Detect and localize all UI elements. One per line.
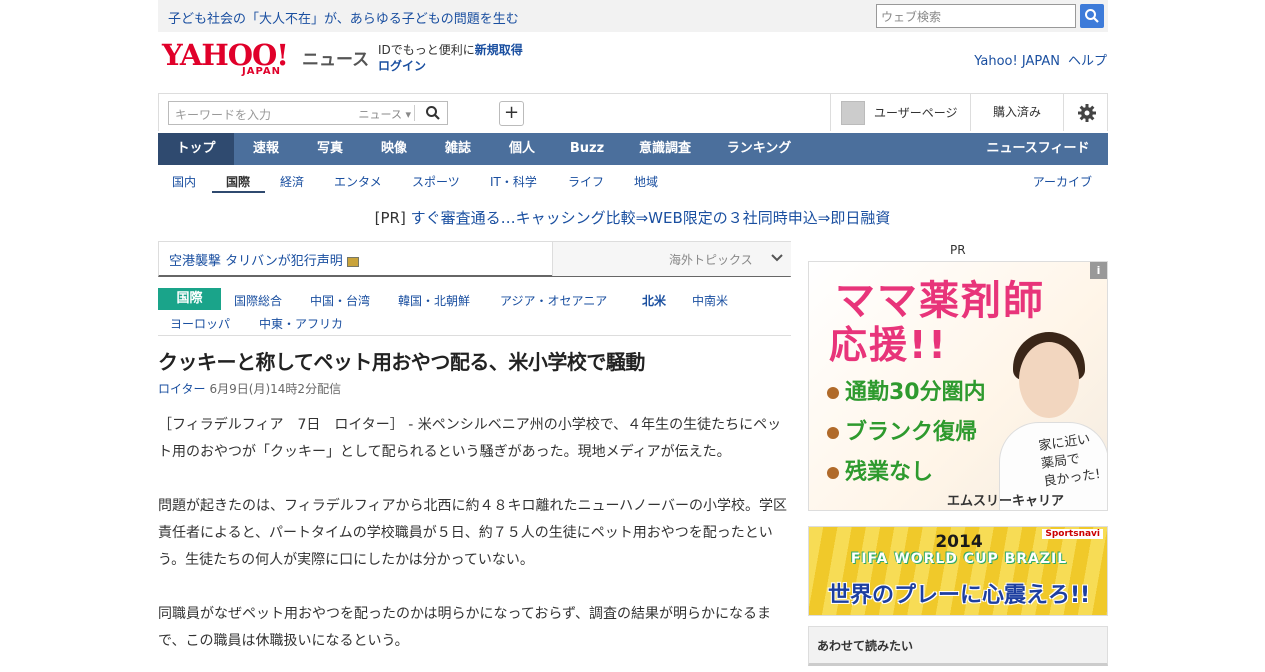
archive-link[interactable]: アーカイブ (1033, 173, 1092, 190)
nav-item-individual[interactable]: 個人 (490, 133, 554, 165)
ad-point: 残業なし (827, 454, 933, 486)
top-headline-link[interactable]: 子ども社会の「大人不在」が、あらゆる子どもの問題を生む (168, 8, 519, 27)
article-meta: ロイター 6月9日(月)14時2分配信 (158, 380, 341, 397)
article-date: 6月9日(月)14時2分配信 (209, 382, 342, 396)
nav-item-magazine[interactable]: 雑誌 (426, 133, 490, 165)
yahoo-logo[interactable]: YAHOO! JAPAN (162, 40, 302, 82)
help-link[interactable]: ヘルプ (1068, 54, 1107, 69)
bullet-icon (827, 427, 839, 439)
category-badge: 国際 (158, 288, 221, 310)
web-search-button[interactable] (1080, 4, 1104, 28)
category-item-latin-america[interactable]: 中南米 (692, 292, 728, 309)
category-item-middle-east-africa[interactable]: 中東・アフリカ (259, 315, 343, 332)
ad-brand: エムスリーキャリア (947, 494, 1065, 509)
article-paragraph: 問題が起きたのは、フィラデルフィアから北西に約４８キロ離れたニューハノーバーの小… (158, 498, 788, 568)
subnav-item-local[interactable]: 地域 (634, 173, 658, 190)
active-tab-indicator (212, 191, 265, 193)
ad-slogan: 世界のプレーに心震えろ!! (827, 583, 1091, 608)
article-paragraph: ［フィラデルフィア 7日 ロイター］ - 米ペンシルベニア州の小学校で、４年生の… (158, 417, 782, 460)
related-articles-header: あわせて読みたい (808, 626, 1108, 666)
nav-item-video[interactable]: 映像 (362, 133, 426, 165)
main-nav: トップ 速報 写真 映像 雑誌 個人 Buzz 意識調査 ランキング ニュースフ… (158, 133, 1108, 165)
search-icon (426, 106, 440, 120)
nav-item-photos[interactable]: 写真 (298, 133, 362, 165)
ad-year: 2014 (935, 532, 983, 552)
subnav-item-sports[interactable]: スポーツ (412, 173, 460, 190)
ad-subheadline: 応援!! (829, 323, 948, 367)
category-item-china-taiwan[interactable]: 中国・台湾 (310, 292, 370, 309)
news-toolbar: キーワードを入力 ニュース ▾ + ユーザーページ 購入済み (158, 93, 1108, 131)
ad-point: ブランク復帰 (827, 414, 977, 446)
subnav-item-entertainment[interactable]: エンタメ (334, 173, 382, 190)
topic-box: 空港襲撃 タリバンが犯行声明 海外トピックス (158, 241, 791, 277)
article-title: クッキーと称してペット用おやつ配る、米小学校で騒動 (158, 350, 645, 374)
sub-nav: 国内 国際 経済 エンタメ スポーツ IT・科学 ライフ 地域 アーカイブ (158, 166, 1108, 194)
id-promo-text: IDでもっと便利に (378, 43, 475, 57)
search-icon (1085, 9, 1099, 23)
category-item-korea[interactable]: 韓国・北朝鮮 (398, 292, 470, 309)
subnav-item-domestic[interactable]: 国内 (172, 173, 196, 190)
register-link[interactable]: 新規取得 (475, 43, 523, 57)
login-link[interactable]: ログイン (378, 58, 523, 74)
user-page-label: ユーザーページ (874, 106, 958, 120)
ad-point: 通勤30分圏内 (827, 374, 986, 406)
divider (414, 105, 415, 121)
sidebar-pr-label: PR (950, 243, 966, 257)
topic-headline-link[interactable]: 空港襲撃 タリバンが犯行声明 (169, 250, 359, 269)
web-search-input[interactable]: ウェブ検索 (876, 4, 1076, 28)
purchased-link[interactable]: 購入済み (970, 94, 1063, 131)
pharmacist-ad-banner[interactable]: ママ薬剤師 応援!! 通勤30分圏内 ブランク復帰 残業なし 家に近い 薬局で … (808, 261, 1108, 511)
pr-ad-link[interactable]: すぐ審査通る…キャッシング比較⇒WEB限定の３社同時申込⇒即日融資 (411, 209, 891, 227)
pr-text-ad: [PR] すぐ審査通る…キャッシング比較⇒WEB限定の３社同時申込⇒即日融資 (0, 207, 1265, 228)
nav-item-newsfeed[interactable]: ニュースフィード (978, 133, 1098, 165)
keyword-search-input[interactable]: キーワードを入力 ニュース ▾ (168, 101, 448, 125)
header-links: Yahoo! JAPAN ヘルプ (974, 50, 1107, 69)
article-paragraph: 同職員がなぜペット用おやつを配ったのかは明らかになっておらず、調査の結果が明らか… (158, 606, 772, 649)
avatar (841, 101, 865, 125)
overseas-topics-label: 海外トピックス (669, 253, 753, 267)
subnav-item-it-science[interactable]: IT・科学 (490, 173, 537, 190)
top-bar: 子ども社会の「大人不在」が、あらゆる子どもの問題を生む ウェブ検索 (158, 0, 1108, 32)
ad-event: FIFA WORLD CUP BRAZIL (850, 551, 1068, 567)
category-item-asia-oceania[interactable]: アジア・オセアニア (500, 292, 607, 309)
related-title: あわせて読みたい (817, 639, 914, 653)
keyword-placeholder: キーワードを入力 (175, 108, 272, 122)
nav-item-survey[interactable]: 意識調査 (620, 133, 710, 165)
yahoo-japan-link[interactable]: Yahoo! JAPAN (974, 54, 1060, 69)
category-tabs: 国際 国際総合 中国・台湾 韓国・北朝鮮 アジア・オセアニア 北米 中南米 ヨー… (158, 288, 791, 336)
category-item-north-america[interactable]: 北米 (642, 292, 666, 309)
search-scope-select[interactable]: ニュース ▾ (359, 106, 411, 122)
dropdown-arrow-icon: ▾ (405, 108, 411, 121)
section-name[interactable]: ニュース (302, 45, 369, 70)
nav-item-breaking[interactable]: 速報 (234, 133, 298, 165)
overseas-topics-toggle[interactable]: 海外トピックス (552, 242, 791, 276)
pr-tag: [PR] (374, 209, 406, 227)
add-button[interactable]: + (499, 101, 524, 126)
bullet-icon (827, 387, 839, 399)
ad-handwritten-note: 家に近い 薬局で 良かった! (1037, 431, 1102, 490)
id-promo: IDでもっと便利に新規取得 ログイン (378, 42, 523, 74)
nav-item-buzz[interactable]: Buzz (554, 133, 620, 165)
worldcup-ad-banner[interactable]: Sportsnavi 2014 FIFA WORLD CUP BRAZIL 世界… (808, 526, 1108, 616)
category-item-general[interactable]: 国際総合 (234, 292, 282, 309)
article-body: ［フィラデルフィア 7日 ロイター］ - 米ペンシルベニア州の小学校で、４年生の… (158, 412, 791, 672)
camera-icon (346, 256, 359, 267)
keyword-search-button[interactable] (425, 105, 441, 124)
user-page-link[interactable]: ユーザーページ (830, 94, 970, 131)
settings-button[interactable] (1063, 94, 1108, 131)
nav-item-ranking[interactable]: ランキング (710, 133, 808, 165)
subnav-item-international[interactable]: 国際 (226, 173, 250, 190)
subnav-item-life[interactable]: ライフ (568, 173, 604, 190)
bullet-icon (827, 467, 839, 479)
gear-icon (1078, 104, 1096, 122)
ad-info-icon[interactable]: i (1090, 262, 1107, 279)
category-item-europe[interactable]: ヨーロッパ (170, 315, 230, 332)
nav-item-top[interactable]: トップ (158, 133, 234, 165)
chevron-down-icon (771, 254, 783, 262)
subnav-item-economy[interactable]: 経済 (280, 173, 304, 190)
article-source-link[interactable]: ロイター (158, 382, 206, 396)
